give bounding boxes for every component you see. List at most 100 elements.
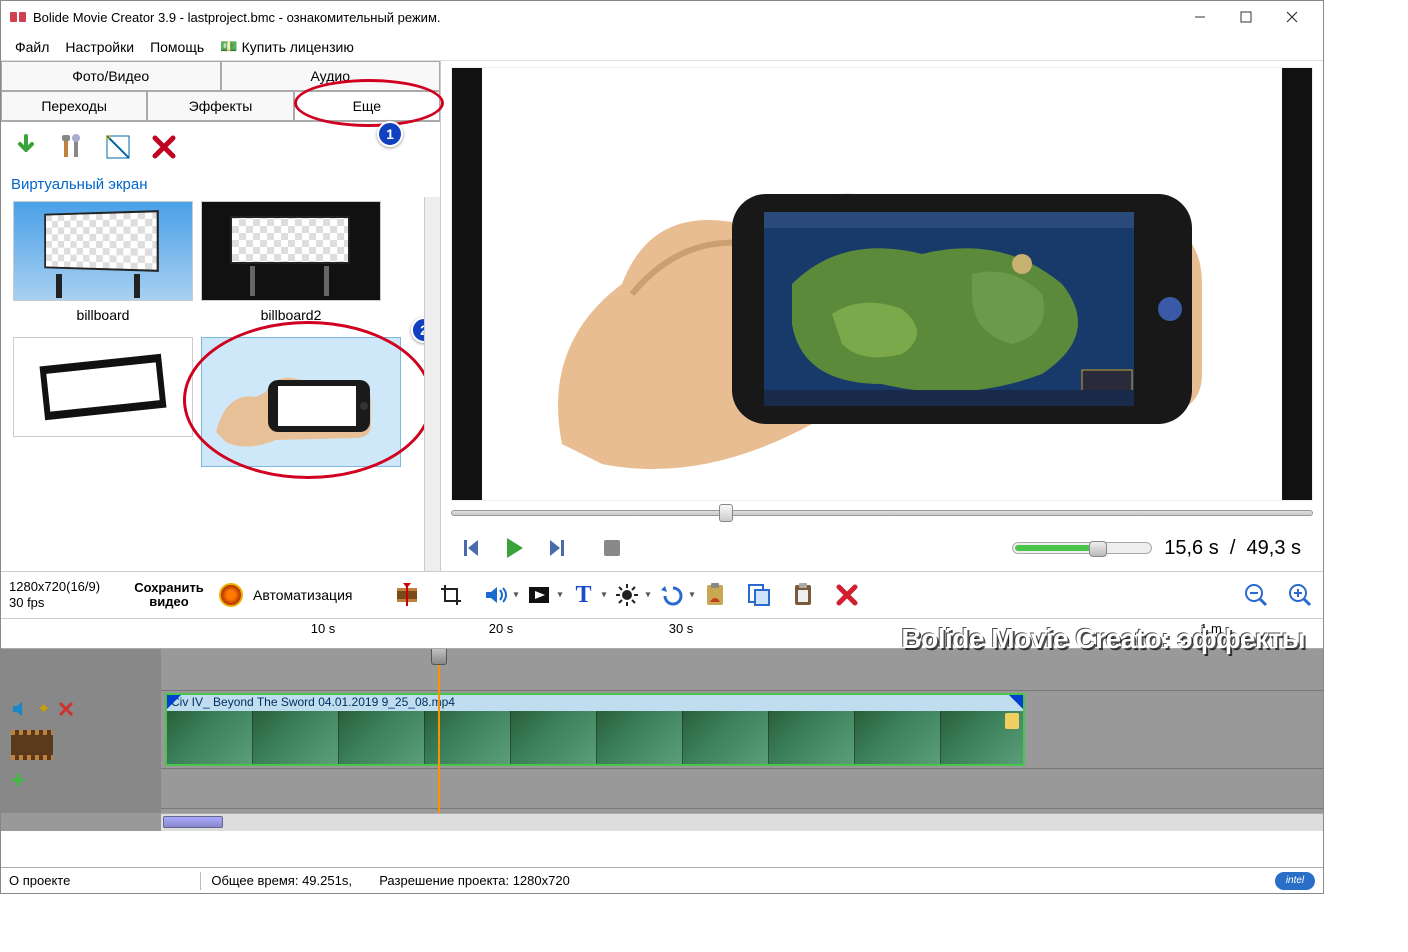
- zoom-in-icon[interactable]: [1285, 580, 1315, 610]
- menu-help[interactable]: Помощь: [144, 37, 210, 57]
- volume-thumb[interactable]: [1089, 541, 1107, 557]
- status-total-time: Общее время: 49.251s,: [211, 873, 352, 888]
- play-button[interactable]: [499, 533, 529, 563]
- tab-more[interactable]: Еще: [294, 91, 440, 121]
- tab-photo-video[interactable]: Фото/Видео: [1, 61, 221, 90]
- volume-icon[interactable]: ▾: [480, 580, 510, 610]
- remove-icon[interactable]: [832, 580, 862, 610]
- volume-fill: [1015, 545, 1091, 551]
- clip-handle-left[interactable]: [167, 695, 181, 709]
- playback-controls: 15,6 s / 49,3 s: [451, 525, 1313, 571]
- add-track-icon[interactable]: +: [11, 767, 25, 795]
- menu-settings[interactable]: Настройки: [59, 37, 140, 57]
- video-fx-icon[interactable]: ▾: [524, 580, 554, 610]
- status-bar: О проекте Общее время: 49.251s, Разрешен…: [1, 867, 1323, 893]
- add-track-row: +: [1, 763, 161, 799]
- menu-bar: Файл Настройки Помощь 💵 Купить лицензию: [1, 33, 1323, 61]
- timeline-scrollbar[interactable]: [161, 813, 1323, 831]
- tools-icon[interactable]: [55, 130, 89, 164]
- thumb-filmstrip[interactable]: [13, 337, 193, 467]
- step-forward-button[interactable]: [541, 533, 571, 563]
- delete-track-icon[interactable]: [58, 701, 74, 717]
- undo-icon[interactable]: ▾: [656, 580, 686, 610]
- clip-handle-right[interactable]: [1009, 695, 1023, 709]
- step-back-button[interactable]: [457, 533, 487, 563]
- minimize-button[interactable]: [1177, 2, 1223, 32]
- main-area: Фото/Видео Аудио Переходы Эффекты Еще 1 …: [1, 61, 1323, 571]
- time-display: 15,6 s / 49,3 s: [1164, 537, 1307, 560]
- crop-icon[interactable]: [436, 580, 466, 610]
- record-icon[interactable]: [219, 583, 243, 607]
- timeline-ruler[interactable]: 10 s 20 s 30 s 1 m: [1, 619, 1323, 649]
- track-headers: ✦ +: [1, 649, 161, 813]
- video-track[interactable]: Civ IV_ Beyond The Sword 04.01.2019 9_25…: [161, 691, 1323, 769]
- download-icon[interactable]: [9, 130, 43, 164]
- scrub-row: [451, 501, 1313, 525]
- thumb-phone-hand[interactable]: 2: [201, 337, 381, 467]
- timeline: 10 s 20 s 30 s 1 m ✦ + Civ IV_ Beyond Th…: [1, 619, 1323, 831]
- thumb-billboard[interactable]: billboard: [13, 201, 193, 329]
- menu-license-label: Купить лицензию: [242, 39, 354, 55]
- tracks: ✦ + Civ IV_ Beyond The Sword 04.01.2019 …: [1, 649, 1323, 813]
- track-body[interactable]: Civ IV_ Beyond The Sword 04.01.2019 9_25…: [161, 649, 1323, 813]
- project-info: 1280x720(16/9) 30 fps: [9, 579, 119, 610]
- ruler-1m: 1 m: [1200, 621, 1222, 636]
- dropdown-icon: ▾: [557, 590, 562, 601]
- playhead[interactable]: [438, 649, 440, 813]
- thumb-billboard-label: billboard: [13, 301, 193, 329]
- clipboard-game-icon[interactable]: [700, 580, 730, 610]
- brightness-icon[interactable]: ▾: [612, 580, 642, 610]
- scrub-thumb[interactable]: [719, 504, 733, 522]
- video-track-thumb: [1, 727, 161, 763]
- tabs-row-1: Фото/Видео Аудио: [1, 61, 440, 91]
- letterbox-left: [452, 68, 482, 500]
- time-total: 49,3 s: [1247, 537, 1301, 559]
- video-track-header: ✦: [1, 691, 161, 727]
- automation-button[interactable]: Автоматизация: [253, 587, 352, 603]
- volume-slider[interactable]: [1012, 542, 1152, 554]
- scrub-track[interactable]: [451, 510, 1313, 516]
- text-icon[interactable]: T▾: [568, 580, 598, 610]
- ruler-20s: 20 s: [489, 621, 514, 636]
- intel-badge: intel: [1275, 872, 1315, 890]
- thumb-billboard2[interactable]: billboard2: [201, 201, 381, 329]
- project-fps: 30 fps: [9, 595, 119, 611]
- mute-icon[interactable]: [11, 700, 29, 718]
- category-label: Виртуальный экран: [1, 172, 440, 197]
- new-item-icon[interactable]: [101, 130, 135, 164]
- menu-file[interactable]: Файл: [9, 37, 55, 57]
- action-toolbar: ▾ ▾ T▾ ▾ ▾: [362, 580, 1315, 610]
- thumbs-area: billboard billboard2: [1, 197, 440, 571]
- tab-transitions[interactable]: Переходы: [1, 91, 147, 121]
- status-resolution: Разрешение проекта: 1280x720: [379, 873, 570, 888]
- menu-buy-license[interactable]: 💵 Купить лицензию: [214, 36, 360, 57]
- video-clip[interactable]: Civ IV_ Beyond The Sword 04.01.2019 9_25…: [165, 693, 1025, 766]
- time-sep: /: [1230, 537, 1236, 559]
- media-toolbar: [1, 122, 440, 172]
- tab-audio[interactable]: Аудио: [221, 61, 441, 90]
- zoom-out-icon[interactable]: [1241, 580, 1271, 610]
- split-icon[interactable]: [392, 580, 422, 610]
- clip-title: Civ IV_ Beyond The Sword 04.01.2019 9_25…: [167, 695, 1023, 711]
- timeline-scroll-thumb[interactable]: [163, 816, 223, 828]
- ruler-10s: 10 s: [311, 621, 336, 636]
- save-video-button[interactable]: Сохранить видео: [129, 581, 209, 610]
- status-about[interactable]: О проекте: [9, 873, 70, 888]
- stop-button[interactable]: [597, 533, 627, 563]
- delete-icon[interactable]: [147, 130, 181, 164]
- project-resolution: 1280x720(16/9): [9, 579, 119, 595]
- playhead-grip[interactable]: [431, 649, 447, 665]
- maximize-button[interactable]: [1223, 2, 1269, 32]
- thumb-billboard2-label: billboard2: [201, 301, 381, 329]
- dropdown-icon: ▾: [513, 590, 518, 601]
- film-icon: [11, 730, 53, 760]
- tab-effects[interactable]: Эффекты: [147, 91, 293, 121]
- preview-canvas: [451, 67, 1313, 501]
- media-scrollbar[interactable]: [424, 197, 440, 571]
- copy-icon[interactable]: [744, 580, 774, 610]
- close-button[interactable]: [1269, 2, 1315, 32]
- fx-track-icon[interactable]: ✦: [37, 699, 50, 719]
- dropdown-icon: ▾: [645, 590, 650, 601]
- media-panel: Фото/Видео Аудио Переходы Эффекты Еще 1 …: [1, 61, 441, 571]
- paste-icon[interactable]: [788, 580, 818, 610]
